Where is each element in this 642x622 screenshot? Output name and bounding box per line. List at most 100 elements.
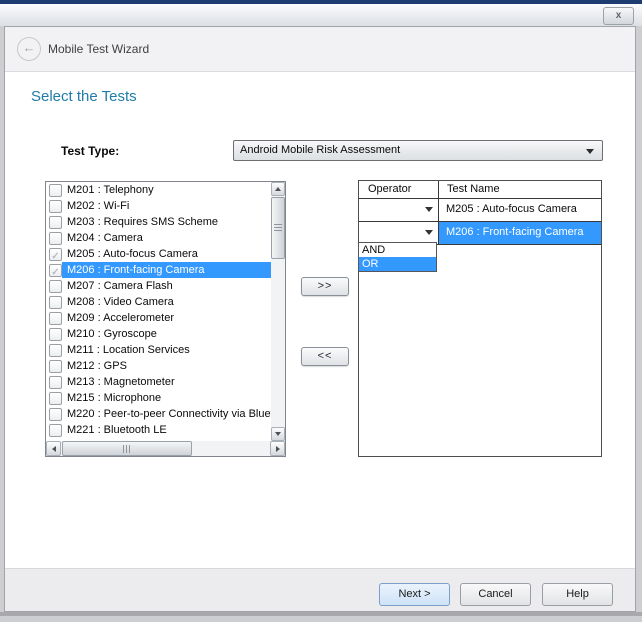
selected-test-row[interactable]: M205 : Auto-focus Camera bbox=[359, 199, 601, 222]
checkbox-icon[interactable]: ✓ bbox=[49, 424, 62, 437]
checkbox-icon[interactable]: ✓ bbox=[49, 392, 62, 405]
thumb-grip-icon bbox=[123, 445, 131, 453]
test-item-label: M220 : Peer-to-peer Connectivity via Blu… bbox=[62, 406, 271, 422]
test-item-label: M208 : Video Camera bbox=[62, 294, 271, 310]
checkbox-icon[interactable]: ✓ bbox=[49, 312, 62, 325]
scroll-up-button[interactable] bbox=[271, 182, 285, 196]
checkmark-icon: ✓ bbox=[51, 251, 59, 262]
test-list-item[interactable]: ✓ M201 : Telephony bbox=[46, 182, 271, 198]
test-item-label: M207 : Camera Flash bbox=[62, 278, 271, 294]
selected-tests-header: Operator Test Name bbox=[359, 181, 601, 199]
test-list-item[interactable]: ✓ M220 : Peer-to-peer Connectivity via B… bbox=[46, 406, 271, 422]
checkbox-icon[interactable]: ✓ bbox=[49, 200, 62, 213]
scroll-left-button[interactable] bbox=[46, 441, 61, 456]
next-button[interactable]: Next > bbox=[379, 583, 450, 606]
operator-combobox[interactable] bbox=[359, 199, 439, 221]
test-list-item[interactable]: ✓ M209 : Accelerometer bbox=[46, 310, 271, 326]
selected-tests-panel: Operator Test Name M205 : Auto-focus Cam… bbox=[358, 180, 602, 457]
test-item-label: M206 : Front-facing Camera bbox=[62, 262, 271, 278]
test-item-label: M221 : Bluetooth LE bbox=[62, 422, 271, 438]
operator-combobox[interactable] bbox=[359, 222, 439, 244]
test-item-label: M204 : Camera bbox=[62, 230, 271, 246]
test-type-value: Android Mobile Risk Assessment bbox=[240, 144, 400, 156]
operator-option[interactable]: OR bbox=[359, 257, 436, 271]
operator-option-label: AND bbox=[362, 244, 385, 256]
test-item-label: M202 : Wi-Fi bbox=[62, 198, 271, 214]
checkbox-icon[interactable]: ✓ bbox=[49, 184, 62, 197]
test-list-item[interactable]: ✓ M210 : Gyroscope bbox=[46, 326, 271, 342]
selected-tests-rows: M205 : Auto-focus Camera M206 : Front-fa… bbox=[359, 199, 601, 245]
mobile-test-wizard-dialog: ← Mobile Test Wizard Select the Tests Te… bbox=[4, 26, 636, 612]
operator-drop-button[interactable] bbox=[422, 225, 436, 240]
window-titlebar: x bbox=[0, 4, 642, 26]
test-list-item[interactable]: ✓ M221 : Bluetooth LE bbox=[46, 422, 271, 438]
available-tests-listbox: ✓ M201 : Telephony ✓ M202 : Wi-Fi ✓ M203… bbox=[45, 181, 286, 457]
test-list-item[interactable]: ✓ M204 : Camera bbox=[46, 230, 271, 246]
close-button[interactable]: x bbox=[603, 7, 634, 25]
scroll-down-button[interactable] bbox=[271, 427, 285, 441]
triangle-left-icon bbox=[52, 446, 56, 452]
test-list-item[interactable]: ✓ M212 : GPS bbox=[46, 358, 271, 374]
chevron-down-icon bbox=[586, 149, 594, 154]
operator-drop-button[interactable] bbox=[422, 202, 436, 217]
checkbox-icon[interactable]: ✓ bbox=[49, 344, 62, 357]
triangle-up-icon bbox=[275, 187, 281, 191]
test-list-item[interactable]: ✓ M213 : Magnetometer bbox=[46, 374, 271, 390]
dialog-footer: Next > Cancel Help bbox=[5, 568, 635, 611]
checkbox-icon[interactable]: ✓ bbox=[49, 232, 62, 245]
operator-option[interactable]: AND bbox=[359, 243, 436, 257]
test-item-label: M203 : Requires SMS Scheme bbox=[62, 214, 271, 230]
wizard-header: ← Mobile Test Wizard bbox=[5, 27, 635, 72]
remove-tests-button[interactable]: << bbox=[301, 347, 349, 366]
test-item-label: M205 : Auto-focus Camera bbox=[62, 246, 271, 262]
chevron-down-icon bbox=[425, 230, 433, 235]
window-bottom-edge bbox=[0, 612, 642, 616]
horizontal-scrollbar-thumb[interactable] bbox=[62, 441, 192, 456]
checkbox-icon[interactable]: ✓ bbox=[49, 248, 62, 261]
page-title: Select the Tests bbox=[31, 88, 137, 105]
scroll-right-button[interactable] bbox=[270, 441, 285, 456]
checkbox-icon[interactable]: ✓ bbox=[49, 216, 62, 229]
selected-test-name[interactable]: M206 : Front-facing Camera bbox=[439, 222, 601, 244]
test-name-column-header: Test Name bbox=[439, 181, 601, 198]
back-button[interactable]: ← bbox=[17, 37, 41, 61]
operator-option-label: OR bbox=[362, 258, 379, 270]
checkbox-icon[interactable]: ✓ bbox=[49, 376, 62, 389]
test-item-label: M213 : Magnetometer bbox=[62, 374, 271, 390]
test-type-label: Test Type: bbox=[61, 144, 119, 158]
test-item-label: M211 : Location Services bbox=[62, 342, 271, 358]
checkmark-icon: ✓ bbox=[51, 267, 59, 278]
test-list-item[interactable]: ✓ M215 : Microphone bbox=[46, 390, 271, 406]
thumb-grip-icon bbox=[274, 224, 282, 232]
test-list-item[interactable]: ✓ M205 : Auto-focus Camera bbox=[46, 246, 271, 262]
test-item-label: M215 : Microphone bbox=[62, 390, 271, 406]
test-list-item[interactable]: ✓ M211 : Location Services bbox=[46, 342, 271, 358]
available-tests-list: ✓ M201 : Telephony ✓ M202 : Wi-Fi ✓ M203… bbox=[46, 182, 271, 441]
checkbox-icon[interactable]: ✓ bbox=[49, 264, 62, 277]
operator-dropdown: AND OR bbox=[358, 242, 437, 272]
selected-test-name[interactable]: M205 : Auto-focus Camera bbox=[439, 199, 601, 221]
checkbox-icon[interactable]: ✓ bbox=[49, 280, 62, 293]
horizontal-scrollbar[interactable] bbox=[46, 441, 285, 456]
cancel-button[interactable]: Cancel bbox=[460, 583, 531, 606]
test-list-item[interactable]: ✓ M208 : Video Camera bbox=[46, 294, 271, 310]
checkbox-icon[interactable]: ✓ bbox=[49, 360, 62, 373]
vertical-scrollbar[interactable] bbox=[271, 182, 285, 441]
triangle-down-icon bbox=[275, 432, 281, 436]
checkbox-icon[interactable]: ✓ bbox=[49, 328, 62, 341]
help-button[interactable]: Help bbox=[542, 583, 613, 606]
test-list-item[interactable]: ✓ M207 : Camera Flash bbox=[46, 278, 271, 294]
checkbox-icon[interactable]: ✓ bbox=[49, 408, 62, 421]
test-type-combobox[interactable]: Android Mobile Risk Assessment bbox=[233, 140, 603, 161]
test-list-item[interactable]: ✓ M203 : Requires SMS Scheme bbox=[46, 214, 271, 230]
triangle-right-icon bbox=[276, 446, 280, 452]
test-list-item[interactable]: ✓ M206 : Front-facing Camera bbox=[46, 262, 271, 278]
test-item-label: M209 : Accelerometer bbox=[62, 310, 271, 326]
vertical-scrollbar-thumb[interactable] bbox=[271, 197, 285, 259]
chevron-down-icon bbox=[425, 207, 433, 212]
wizard-title: Mobile Test Wizard bbox=[48, 42, 149, 56]
test-item-label: M210 : Gyroscope bbox=[62, 326, 271, 342]
add-tests-button[interactable]: >> bbox=[301, 277, 349, 296]
test-list-item[interactable]: ✓ M202 : Wi-Fi bbox=[46, 198, 271, 214]
checkbox-icon[interactable]: ✓ bbox=[49, 296, 62, 309]
